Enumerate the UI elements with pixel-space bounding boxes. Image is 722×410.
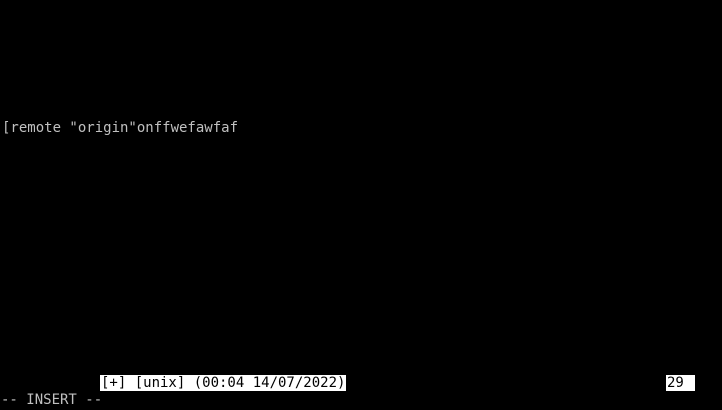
terminal-window[interactable]: [remote "origin"onffwefawfaf [+] [unix] …	[0, 0, 722, 410]
statusline-line-number: 29	[666, 375, 695, 391]
statusline-file-info: [+] [unix] (00:04 14/07/2022)	[100, 375, 347, 391]
buffer-text-line[interactable]: [remote "origin"onffwefawfaf	[2, 119, 238, 137]
mode-indicator: -- INSERT --	[1, 392, 103, 408]
